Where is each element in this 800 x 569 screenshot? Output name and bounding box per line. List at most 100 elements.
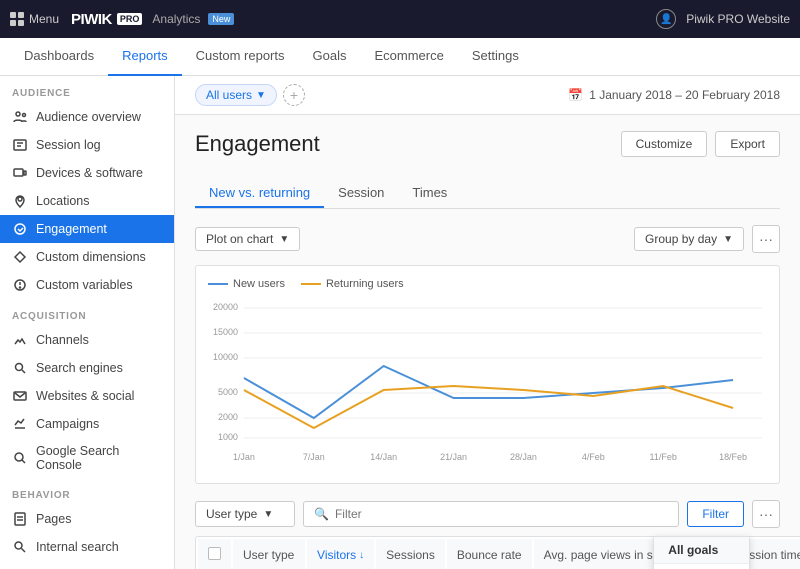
behavior-section-label: BEHAVIOR: [0, 478, 174, 505]
audience-section-label: AUDIENCE: [0, 76, 174, 103]
sidebar-item-devices-software[interactable]: Devices & software: [0, 159, 174, 187]
sidebar-label: Engagement: [36, 222, 107, 236]
campaigns-icon: [12, 416, 28, 432]
sidebar-item-outlinks[interactable]: Outlinks: [0, 561, 174, 569]
customize-button[interactable]: Customize: [621, 131, 708, 157]
filter-input-wrapper: 🔍: [303, 501, 679, 527]
chart-legend: New users Returning users: [208, 278, 767, 290]
menu-label: Menu: [29, 12, 59, 26]
main-content: All users ▼ + 📅 1 January 2018 – 20 Febr…: [175, 76, 800, 569]
sidebar-label: Session log: [36, 138, 101, 152]
th-sessions: Sessions: [376, 539, 445, 569]
returning-users-line: [301, 283, 321, 285]
goals-item-conversions[interactable]: Conversions: [654, 564, 749, 569]
plot-select[interactable]: Plot on chart ▼: [195, 227, 300, 251]
chart-svg-wrapper: 20000 15000 10000 5000 2000 1000: [208, 298, 767, 471]
sidebar-label: Locations: [36, 194, 90, 208]
websites-social-icon: [12, 388, 28, 404]
nav-custom-reports[interactable]: Custom reports: [182, 38, 299, 76]
sidebar-item-internal-search[interactable]: Internal search: [0, 533, 174, 561]
app-body: AUDIENCE Audience overview Session log D…: [0, 76, 800, 569]
user-icon[interactable]: 👤: [656, 9, 676, 29]
group-select[interactable]: Group by day ▼: [634, 227, 744, 251]
devices-icon: [12, 165, 28, 181]
legend-returning-users-label: Returning users: [326, 278, 404, 290]
sidebar-item-locations[interactable]: Locations: [0, 187, 174, 215]
sidebar-label: Devices & software: [36, 166, 143, 180]
chart-area: New users Returning users 20000 15000 10…: [195, 265, 780, 484]
th-bounce-rate: Bounce rate: [447, 539, 532, 569]
locations-icon: [12, 193, 28, 209]
nav-settings[interactable]: Settings: [458, 38, 533, 76]
logo: PIWIKPRO Analytics New: [71, 11, 234, 28]
sidebar-item-custom-variables[interactable]: Custom variables: [0, 271, 174, 299]
top-right: 👤 Piwik PRO Website: [656, 9, 790, 29]
svg-text:1/Jan: 1/Jan: [233, 452, 255, 462]
legend-returning-users: Returning users: [301, 278, 404, 290]
svg-text:15000: 15000: [213, 327, 238, 337]
svg-text:1000: 1000: [218, 432, 238, 442]
sidebar-label: Websites & social: [36, 389, 134, 403]
sidebar-item-engagement[interactable]: Engagement: [0, 215, 174, 243]
legend-new-users-label: New users: [233, 278, 285, 290]
more-icon: ···: [759, 506, 773, 522]
svg-text:14/Jan: 14/Jan: [370, 452, 397, 462]
segment-pill[interactable]: All users ▼: [195, 84, 277, 106]
right-controls: Group by day ▼ ···: [634, 225, 780, 253]
channels-icon: [12, 332, 28, 348]
sidebar-item-google-search-console[interactable]: Google Search Console: [0, 438, 174, 478]
page-header-row: Engagement Customize Export: [195, 131, 780, 167]
sidebar-item-custom-dimensions[interactable]: Custom dimensions: [0, 243, 174, 271]
chart-more-button[interactable]: ···: [752, 225, 780, 253]
segment-arrow: ▼: [256, 90, 266, 101]
nav-dashboards[interactable]: Dashboards: [10, 38, 108, 76]
date-range[interactable]: 📅 1 January 2018 – 20 February 2018: [568, 88, 780, 102]
table-more-button[interactable]: ···: [752, 500, 780, 528]
th-user-type: User type: [233, 539, 305, 569]
select-all-checkbox[interactable]: [208, 547, 221, 560]
content-header: All users ▼ + 📅 1 January 2018 – 20 Febr…: [175, 76, 800, 115]
sidebar-label: Channels: [36, 333, 89, 347]
custom-dimensions-icon: [12, 249, 28, 265]
nav-ecommerce[interactable]: Ecommerce: [360, 38, 457, 76]
plot-label: Plot on chart: [206, 232, 273, 246]
visitors-sort[interactable]: Visitors ↓: [317, 548, 364, 562]
filter-button[interactable]: Filter: [687, 501, 744, 527]
sidebar-item-channels[interactable]: Channels: [0, 326, 174, 354]
tab-new-vs-returning[interactable]: New vs. returning: [195, 179, 324, 208]
nav-goals[interactable]: Goals: [299, 38, 361, 76]
acquisition-section-label: ACQUISITION: [0, 299, 174, 326]
svg-text:4/Feb: 4/Feb: [582, 452, 605, 462]
sidebar-item-search-engines[interactable]: Search engines: [0, 354, 174, 382]
table-wrapper: All goals Conversions User type Visitors…: [195, 536, 780, 569]
filter-input[interactable]: [335, 507, 668, 521]
tab-session[interactable]: Session: [324, 179, 398, 208]
sidebar-item-websites-social[interactable]: Websites & social: [0, 382, 174, 410]
date-range-label: 1 January 2018 – 20 February 2018: [589, 88, 780, 102]
add-segment-button[interactable]: +: [283, 84, 305, 106]
sidebar: AUDIENCE Audience overview Session log D…: [0, 76, 175, 569]
svg-text:2000: 2000: [218, 412, 238, 422]
table-controls: User type ▼ 🔍 Filter ···: [195, 500, 780, 528]
export-button[interactable]: Export: [715, 131, 780, 157]
sidebar-item-campaigns[interactable]: Campaigns: [0, 410, 174, 438]
menu-button[interactable]: Menu: [10, 12, 59, 26]
engagement-icon: [12, 221, 28, 237]
sidebar-label: Search engines: [36, 361, 123, 375]
sidebar-label: Pages: [36, 512, 71, 526]
new-users-line: [208, 283, 228, 285]
tab-times[interactable]: Times: [398, 179, 461, 208]
svg-text:10000: 10000: [213, 352, 238, 362]
svg-text:18/Feb: 18/Feb: [719, 452, 747, 462]
sidebar-item-audience-overview[interactable]: Audience overview: [0, 103, 174, 131]
nav-reports[interactable]: Reports: [108, 38, 182, 76]
sidebar-label: Custom dimensions: [36, 250, 146, 264]
legend-new-users: New users: [208, 278, 285, 290]
search-icon: 🔍: [314, 507, 329, 521]
logo-new-badge: New: [208, 13, 234, 25]
google-search-icon: [12, 450, 28, 466]
sidebar-item-session-log[interactable]: Session log: [0, 131, 174, 159]
dimension-select[interactable]: User type ▼: [195, 501, 295, 527]
calendar-icon: 📅: [568, 88, 583, 102]
sidebar-item-pages[interactable]: Pages: [0, 505, 174, 533]
